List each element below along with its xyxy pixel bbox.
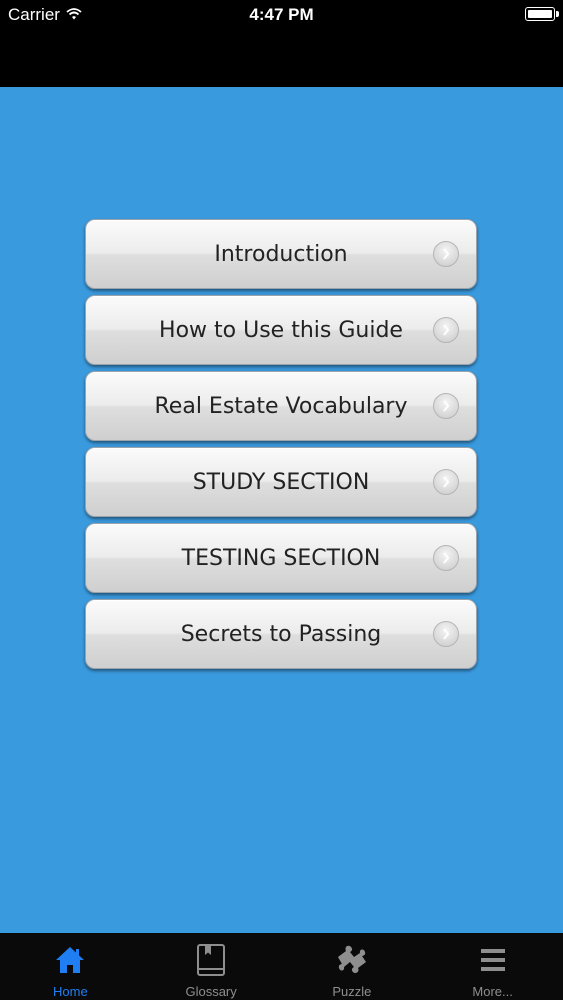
book-icon [193, 942, 229, 978]
status-bar: Carrier 4:47 PM [0, 0, 563, 30]
app-screen: Carrier 4:47 PM Introduction How to Use … [0, 0, 563, 1000]
chevron-right-icon [433, 241, 459, 267]
menu-button-label: Introduction [214, 241, 348, 267]
tab-glossary[interactable]: Glossary [141, 933, 282, 1000]
tab-label: Puzzle [332, 984, 372, 999]
tab-label: Home [53, 984, 88, 999]
menu-button-introduction[interactable]: Introduction [85, 219, 477, 289]
menu-button-testing-section[interactable]: TESTING SECTION [85, 523, 477, 593]
status-time: 4:47 PM [249, 5, 314, 24]
home-icon [52, 942, 88, 978]
main-menu: Introduction How to Use this Guide Real … [85, 219, 477, 675]
menu-icon [475, 942, 511, 978]
menu-button-label: Secrets to Passing [180, 621, 382, 647]
menu-button-secrets[interactable]: Secrets to Passing [85, 599, 477, 669]
menu-button-vocabulary[interactable]: Real Estate Vocabulary [85, 371, 477, 441]
tab-label: More... [472, 984, 513, 999]
puzzle-icon [334, 942, 370, 978]
chevron-right-icon [433, 393, 459, 419]
menu-button-study-section[interactable]: STUDY SECTION [85, 447, 477, 517]
tab-home[interactable]: Home [0, 933, 141, 1000]
tab-label: Glossary [185, 984, 237, 999]
chevron-right-icon [433, 317, 459, 343]
battery-fill [528, 10, 552, 18]
chevron-right-icon [433, 621, 459, 647]
menu-button-label: STUDY SECTION [192, 469, 370, 495]
main-content: Introduction How to Use this Guide Real … [0, 87, 563, 933]
tab-more[interactable]: More... [422, 933, 563, 1000]
menu-button-label: How to Use this Guide [159, 317, 403, 343]
menu-button-label: Real Estate Vocabulary [154, 393, 408, 419]
tab-bar: Home Glossary Puzzle More... [0, 933, 563, 1000]
menu-button-label: TESTING SECTION [181, 545, 381, 571]
battery-icon [525, 7, 559, 21]
tab-puzzle[interactable]: Puzzle [282, 933, 423, 1000]
chevron-right-icon [433, 469, 459, 495]
menu-button-how-to-use[interactable]: How to Use this Guide [85, 295, 477, 365]
chevron-right-icon [433, 545, 459, 571]
